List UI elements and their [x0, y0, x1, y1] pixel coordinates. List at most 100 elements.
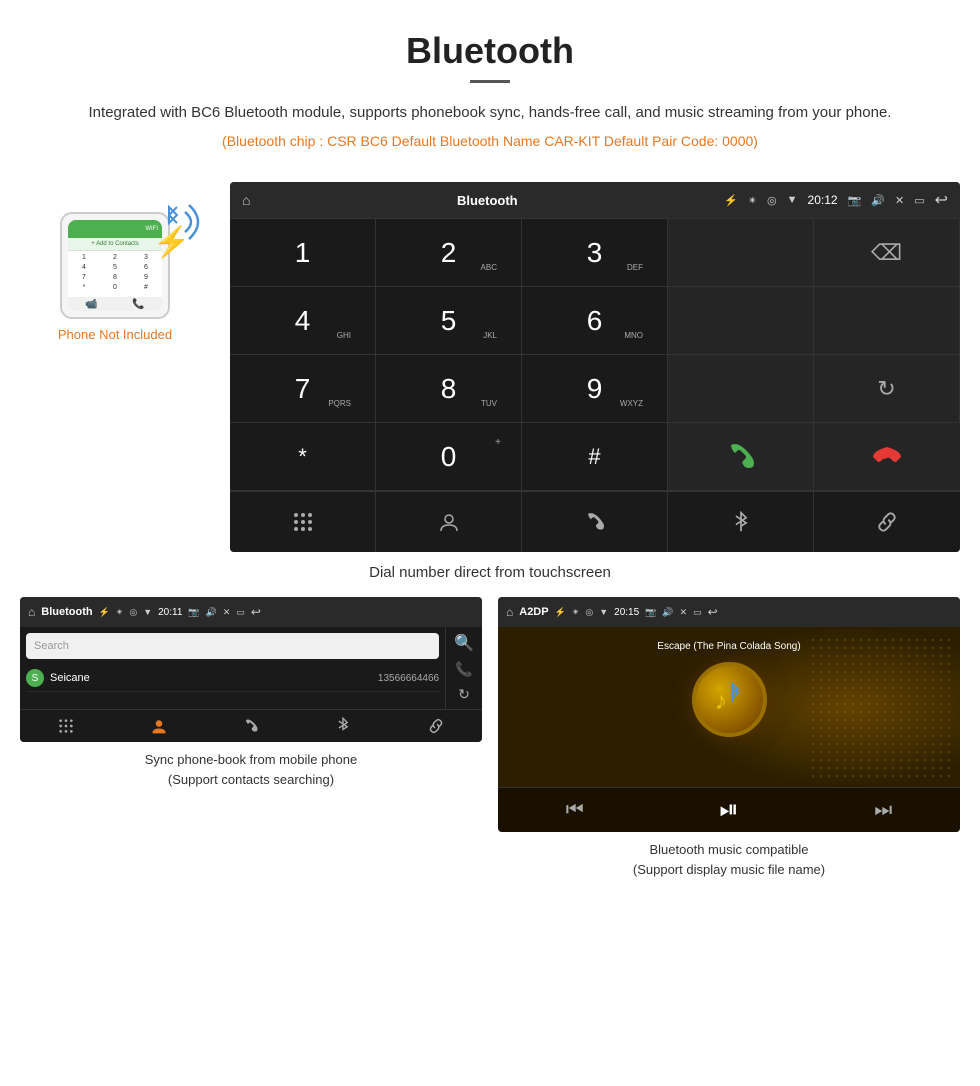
pb-bottom-contacts[interactable]	[112, 716, 204, 736]
bottom-screens: ⌂ Bluetooth ⚡ ✴ ◎ ▼ 20:11 📷 🔊 ✕ ▭ ↩ Sear…	[0, 597, 980, 879]
pb-call-icon[interactable]: 📞	[455, 661, 472, 678]
close-icon[interactable]: ✕	[895, 194, 904, 207]
ms-back-icon[interactable]: ↩	[708, 605, 718, 619]
phonebook-list: Search S Seicane 13566664466	[20, 627, 445, 709]
pb-bt-icon: ✴	[116, 607, 124, 618]
key-call[interactable]	[668, 423, 814, 491]
music-dot-pattern	[810, 637, 950, 777]
phonebook-screen: ⌂ Bluetooth ⚡ ✴ ◎ ▼ 20:11 📷 🔊 ✕ ▭ ↩ Sear…	[20, 597, 482, 742]
pb-search-icon[interactable]: 🔍	[454, 633, 474, 653]
music-screen-wrap: ⌂ A2DP ⚡ ✴ ◎ ▼ 20:15 📷 🔊 ✕ ▭ ↩	[498, 597, 960, 879]
action-link[interactable]	[814, 492, 960, 552]
album-art: ♪	[692, 662, 767, 737]
pb-usb-icon: ⚡	[99, 607, 110, 618]
pb-refresh-icon[interactable]: ↻	[458, 686, 470, 703]
status-time: 20:12	[808, 193, 838, 207]
key-0[interactable]: 0 +	[376, 423, 522, 491]
pb-bottom-phone[interactable]	[205, 716, 297, 736]
title-divider	[470, 80, 510, 83]
key-3[interactable]: 3 DEF	[522, 219, 668, 287]
ms-home-icon[interactable]: ⌂	[506, 605, 513, 619]
ms-wifi-icon: ▼	[599, 607, 608, 617]
volume-icon[interactable]: 🔊	[871, 194, 885, 207]
key-star[interactable]: *	[230, 423, 376, 491]
action-phone[interactable]	[522, 492, 668, 552]
pb-screen-title: Bluetooth	[41, 606, 92, 618]
pb-home-icon[interactable]: ⌂	[28, 605, 35, 619]
search-bar[interactable]: Search	[26, 633, 439, 659]
pb-bottom-bluetooth[interactable]	[297, 716, 389, 736]
svg-text:♪: ♪	[715, 687, 728, 715]
key-2[interactable]: 2 ABC	[376, 219, 522, 287]
key-end-call[interactable]	[814, 423, 960, 491]
key-1[interactable]: 1	[230, 219, 376, 287]
location-icon: ◎	[767, 194, 777, 207]
key-5[interactable]: 5 JKL	[376, 287, 522, 355]
main-content: ⚡ WIFI + Add to Contacts	[0, 182, 980, 552]
pb-wifi-icon: ▼	[143, 607, 152, 617]
contact-avatar: S	[26, 669, 44, 687]
key-9[interactable]: 9 WXYZ	[522, 355, 668, 423]
contact-row[interactable]: S Seicane 13566664466	[26, 665, 439, 692]
key-empty-1	[668, 219, 814, 287]
ms-camera-icon[interactable]: 📷	[645, 607, 656, 618]
phonebook-caption: Sync phone-book from mobile phone(Suppor…	[20, 750, 482, 789]
music-song-title: Escape (The Pina Colada Song)	[657, 641, 800, 652]
contact-number: 13566664466	[378, 673, 439, 684]
contact-name: Seicane	[50, 672, 378, 684]
phonebook-screen-wrap: ⌂ Bluetooth ⚡ ✴ ◎ ▼ 20:11 📷 🔊 ✕ ▭ ↩ Sear…	[20, 597, 482, 879]
ms-fs-icon[interactable]: ▭	[693, 607, 702, 618]
pb-loc-icon: ◎	[129, 607, 137, 618]
ms-close-icon[interactable]: ✕	[680, 607, 688, 618]
back-icon[interactable]: ↩	[935, 190, 948, 210]
key-4[interactable]: 4 GHI	[230, 287, 376, 355]
key-6[interactable]: 6 MNO	[522, 287, 668, 355]
fullscreen-icon[interactable]: ▭	[914, 194, 924, 207]
music-controls: ⏮ ⏯ ⏭	[498, 787, 960, 832]
key-hash[interactable]: #	[522, 423, 668, 491]
ms-screen-title: A2DP	[519, 606, 548, 618]
key-empty-4	[668, 355, 814, 423]
search-placeholder: Search	[34, 640, 431, 652]
camera-icon[interactable]: 📷	[848, 194, 862, 207]
phonebook-sidebar: 🔍 📞 ↻	[445, 627, 482, 709]
description-text: Integrated with BC6 Bluetooth module, su…	[80, 101, 900, 125]
ms-time: 20:15	[614, 607, 639, 618]
phonebook-bottom-bar	[20, 709, 482, 742]
pb-bottom-dialpad[interactable]	[20, 716, 112, 736]
car-status-bar: ⌂ Bluetooth ⚡ ✴ ◎ ▼ 20:12 📷 🔊 ✕ ▭ ↩	[230, 182, 960, 218]
key-8[interactable]: 8 TUV	[376, 355, 522, 423]
key-delete[interactable]: ⌫	[814, 219, 960, 287]
pb-back-icon[interactable]: ↩	[251, 605, 261, 619]
spec-text: (Bluetooth chip : CSR BC6 Default Blueto…	[80, 133, 900, 149]
action-dialpad[interactable]	[230, 492, 376, 552]
pb-time: 20:11	[158, 607, 182, 618]
pb-camera-icon[interactable]: 📷	[188, 607, 199, 618]
home-icon[interactable]: ⌂	[242, 192, 250, 208]
next-track-button[interactable]: ⏭	[874, 799, 892, 822]
main-caption: Dial number direct from touchscreen	[0, 564, 980, 581]
music-note-icon: ♪	[711, 682, 747, 718]
header-section: Bluetooth Integrated with BC6 Bluetooth …	[0, 0, 980, 182]
ms-vol-icon[interactable]: 🔊	[662, 607, 673, 618]
play-pause-button[interactable]: ⏯	[719, 796, 738, 824]
phonebook-content: Search S Seicane 13566664466 🔍 📞 ↻	[20, 627, 482, 709]
page-title: Bluetooth	[80, 30, 900, 72]
action-bluetooth[interactable]	[668, 492, 814, 552]
car-dialer-screen: ⌂ Bluetooth ⚡ ✴ ◎ ▼ 20:12 📷 🔊 ✕ ▭ ↩ 1 2 …	[230, 182, 960, 552]
phone-not-included-label: Phone Not Included	[20, 327, 210, 342]
usb-icon: ⚡	[724, 194, 738, 207]
phone-wrapper: ⚡ WIFI + Add to Contacts	[60, 212, 170, 319]
key-empty-2	[668, 287, 814, 355]
key-refresh[interactable]: ↻	[814, 355, 960, 423]
pb-bottom-link[interactable]	[390, 716, 482, 736]
ms-bt-icon: ✴	[572, 607, 580, 618]
dialer-action-bar	[230, 491, 960, 552]
pb-vol-icon[interactable]: 🔊	[206, 607, 217, 618]
prev-track-button[interactable]: ⏮	[566, 799, 584, 822]
action-contacts[interactable]	[376, 492, 522, 552]
svg-text:⚡: ⚡	[153, 224, 190, 260]
pb-fs-icon[interactable]: ▭	[236, 607, 245, 618]
key-7[interactable]: 7 PQRS	[230, 355, 376, 423]
pb-close-icon[interactable]: ✕	[223, 607, 231, 618]
